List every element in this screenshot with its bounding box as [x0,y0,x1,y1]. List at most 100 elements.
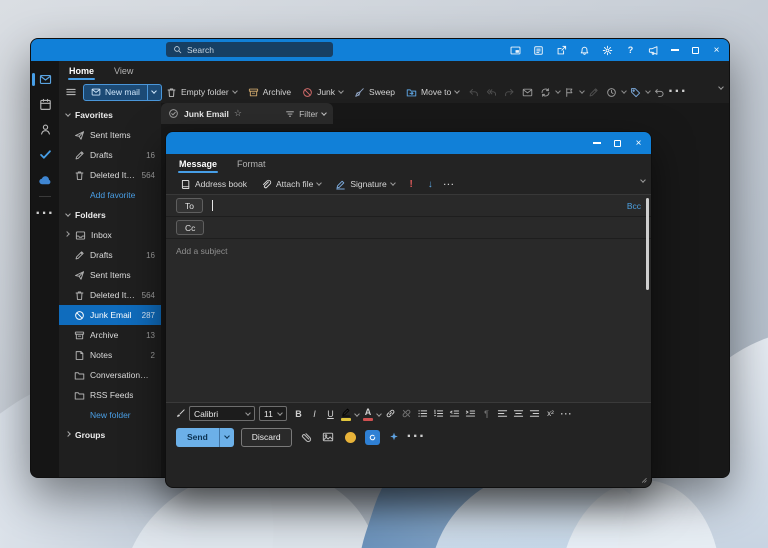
folder-item-inbox[interactable]: Inbox [59,225,161,245]
archive-button[interactable]: Archive [243,83,296,101]
compose-titlebar[interactable]: × [166,132,651,154]
editor-sparkle-icon[interactable] [387,429,402,445]
decrease-indent-button[interactable] [447,406,462,422]
folder-section-groups[interactable]: Groups [59,425,161,445]
categorize-button[interactable] [627,84,652,101]
sweep-button[interactable]: Sweep [349,83,400,101]
sync-button[interactable] [537,84,562,101]
new-folder-link[interactable]: New folder [59,405,161,425]
rail-item-mail[interactable] [31,67,59,92]
folder-item-drafts[interactable]: Drafts 16 [59,145,161,165]
add-favorite-link[interactable]: Add favorite [59,185,161,205]
insert-link-button[interactable] [383,406,398,422]
folder-item-deleted-items[interactable]: Deleted Items 564 [59,285,161,305]
mark-read-button[interactable] [519,84,536,101]
paragraph-marks-button[interactable]: ¶ [479,406,494,422]
folder-item-archive[interactable]: Archive 13 [59,325,161,345]
forward-button[interactable] [501,84,518,101]
junk-button[interactable]: Junk [297,83,348,101]
font-size-select[interactable]: 11 [259,406,287,421]
send-options-dropdown[interactable] [218,427,234,447]
notifications-bell-icon[interactable] [579,45,590,56]
bold-button[interactable]: B [291,406,306,422]
folder-item-drafts[interactable]: Drafts 16 [59,245,161,265]
discard-button[interactable]: Discard [240,427,292,447]
undo-button[interactable] [651,84,668,101]
bcc-link[interactable]: Bcc [627,201,641,211]
empty-folder-button[interactable]: Empty folder [161,83,242,101]
folder-section-folders[interactable]: Folders [59,205,161,225]
help-icon[interactable]: ? [625,45,636,56]
rail-item-people[interactable] [31,117,59,142]
send-button[interactable]: Send [176,427,234,447]
highlight-color-button[interactable] [339,406,353,422]
font-color-button[interactable]: A [361,406,375,422]
rail-item-cloud-app[interactable] [31,167,59,192]
compose-scrollbar[interactable] [646,198,649,290]
more-commands-button[interactable]: ··· [668,83,686,101]
italic-button[interactable]: I [307,406,322,422]
reply-all-button[interactable] [483,84,500,101]
move-to-button[interactable]: Move to [401,83,464,101]
tab-view[interactable]: View [112,61,135,81]
tab-format[interactable]: Format [235,154,268,174]
ribbon-collapse-chevron[interactable] [718,84,724,90]
to-button[interactable]: To [176,198,203,213]
filter-button[interactable]: Filter [285,109,327,119]
signature-button[interactable]: Signature [330,176,399,193]
attach-file-icon[interactable] [299,429,314,445]
maximize-button[interactable] [607,132,628,154]
folder-item-sent-items[interactable]: Sent Items [59,125,161,145]
minimize-button[interactable] [586,132,607,154]
new-mail-dropdown[interactable] [146,84,161,100]
message-body-editor[interactable] [166,263,651,402]
subject-field[interactable]: Add a subject [166,239,651,262]
close-button[interactable]: × [706,39,727,61]
resize-grip[interactable] [639,475,648,484]
chevron-right-icon[interactable] [64,231,70,237]
low-importance-icon[interactable]: ↓ [423,177,438,192]
share-icon[interactable] [556,45,567,56]
feedback-icon[interactable] [648,45,659,56]
underline-button[interactable]: U [323,406,338,422]
align-center-button[interactable] [511,406,526,422]
select-all-icon[interactable] [168,108,179,119]
tab-home[interactable]: Home [67,61,96,81]
format-painter-icon[interactable] [173,406,188,422]
main-titlebar[interactable]: Search ? × [31,39,729,61]
align-right-button[interactable] [527,406,542,422]
hamburger-menu-icon[interactable] [65,86,77,98]
to-field[interactable]: To Bcc [166,195,651,217]
font-family-select[interactable]: Calibri [189,406,255,421]
folder-item-sent-items[interactable]: Sent Items [59,265,161,285]
my-day-icon[interactable] [533,45,544,56]
favorite-star-icon[interactable]: ☆ [234,108,242,119]
tab-message[interactable]: Message [177,154,219,174]
snooze-button[interactable] [603,84,628,101]
folder-item-conversation-history[interactable]: Conversation His... [59,365,161,385]
loop-component-icon[interactable] [364,429,380,445]
more-format-button[interactable]: ··· [559,406,574,422]
insert-image-icon[interactable] [321,429,336,445]
cc-field[interactable]: Cc [166,217,651,239]
folder-section-favorites[interactable]: Favorites [59,105,161,125]
new-mail-button[interactable]: New mail [83,83,162,101]
superscript-button[interactable]: x² [543,406,558,422]
folder-item-deleted-items[interactable]: Deleted Items 564 [59,165,161,185]
folder-item-junk-email[interactable]: Junk Email 287 [59,305,161,325]
chevron-down-icon[interactable] [376,410,382,417]
rail-item-calendar[interactable] [31,92,59,117]
attach-file-button[interactable]: Attach file [256,176,326,193]
pip-icon[interactable] [510,45,521,56]
maximize-button[interactable] [685,39,706,61]
cc-button[interactable]: Cc [176,220,205,235]
emoji-icon[interactable] [343,429,358,445]
high-importance-icon[interactable]: ! [404,177,419,192]
edit-button[interactable] [585,84,602,101]
rail-item-todo[interactable] [31,142,59,167]
settings-gear-icon[interactable] [602,45,613,56]
reply-button[interactable] [465,84,482,101]
chevron-down-icon[interactable] [354,410,360,417]
folder-item-rss-feeds[interactable]: RSS Feeds [59,385,161,405]
numbered-list-button[interactable] [431,406,446,422]
